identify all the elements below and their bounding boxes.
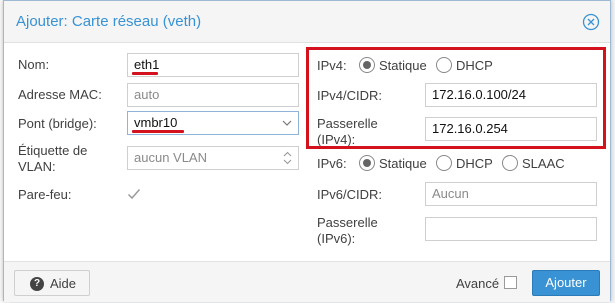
ipv6-dhcp-label: DHCP	[456, 156, 493, 171]
ipv6-slaac-label: SLAAC	[522, 156, 565, 171]
ipv6-static-label: Statique	[379, 156, 427, 171]
vlan-tag-spinner[interactable]: aucun VLAN	[127, 146, 299, 170]
ipv6-label: IPv6:	[317, 156, 347, 171]
add-network-device-dialog: Ajouter: Carte réseau (veth) Nom: eth1 A…	[3, 0, 611, 302]
ipv6-gateway-label-line2: (IPv6):	[317, 231, 356, 246]
dialog-title: Ajouter: Carte réseau (veth)	[16, 13, 202, 30]
dialog-footer: ? Aide Avancé Ajouter	[4, 261, 610, 302]
firewall-label: Pare-feu:	[18, 187, 72, 202]
vlan-value: aucun VLAN	[134, 150, 207, 165]
help-button-label: Aide	[50, 276, 77, 291]
spinner-arrows-icon[interactable]	[283, 151, 292, 165]
firewall-checkbox[interactable]	[127, 187, 141, 201]
vlan-label-line2: VLAN:	[18, 159, 56, 174]
bridge-highlight-mark	[132, 130, 184, 133]
ipv6-dhcp-radio[interactable]	[436, 155, 452, 171]
advanced-checkbox[interactable]	[504, 276, 517, 289]
vlan-label-line1: Étiquette de	[18, 143, 88, 158]
bridge-value: vmbr10	[134, 115, 178, 130]
mac-address-input[interactable]: auto	[127, 83, 299, 107]
mac-label: Adresse MAC:	[18, 87, 102, 102]
bridge-label: Pont (bridge):	[18, 116, 97, 131]
ipv4-highlight-box	[306, 47, 606, 149]
ipv6-cidr-label: IPv6/CIDR:	[317, 187, 383, 202]
mac-value: auto	[134, 87, 160, 102]
name-highlight-mark	[132, 72, 158, 75]
close-icon[interactable]	[582, 13, 600, 31]
ipv6-cidr-input[interactable]: Aucun	[425, 182, 597, 206]
help-icon: ?	[30, 277, 44, 291]
ipv6-static-radio[interactable]	[359, 155, 375, 171]
ipv6-gateway-label-line1: Passerelle	[317, 215, 378, 230]
ipv6-cidr-placeholder: Aucun	[432, 186, 469, 201]
add-button[interactable]: Ajouter	[532, 270, 600, 296]
ipv6-slaac-radio[interactable]	[502, 155, 518, 171]
name-label: Nom:	[18, 57, 50, 72]
name-value: eth1	[134, 57, 160, 72]
chevron-down-icon[interactable]	[282, 120, 292, 127]
advanced-label: Avancé	[456, 276, 500, 291]
ipv6-gateway-input[interactable]	[425, 217, 597, 241]
help-button[interactable]: ? Aide	[14, 270, 90, 296]
dialog-titlebar: Ajouter: Carte réseau (veth)	[4, 1, 610, 43]
